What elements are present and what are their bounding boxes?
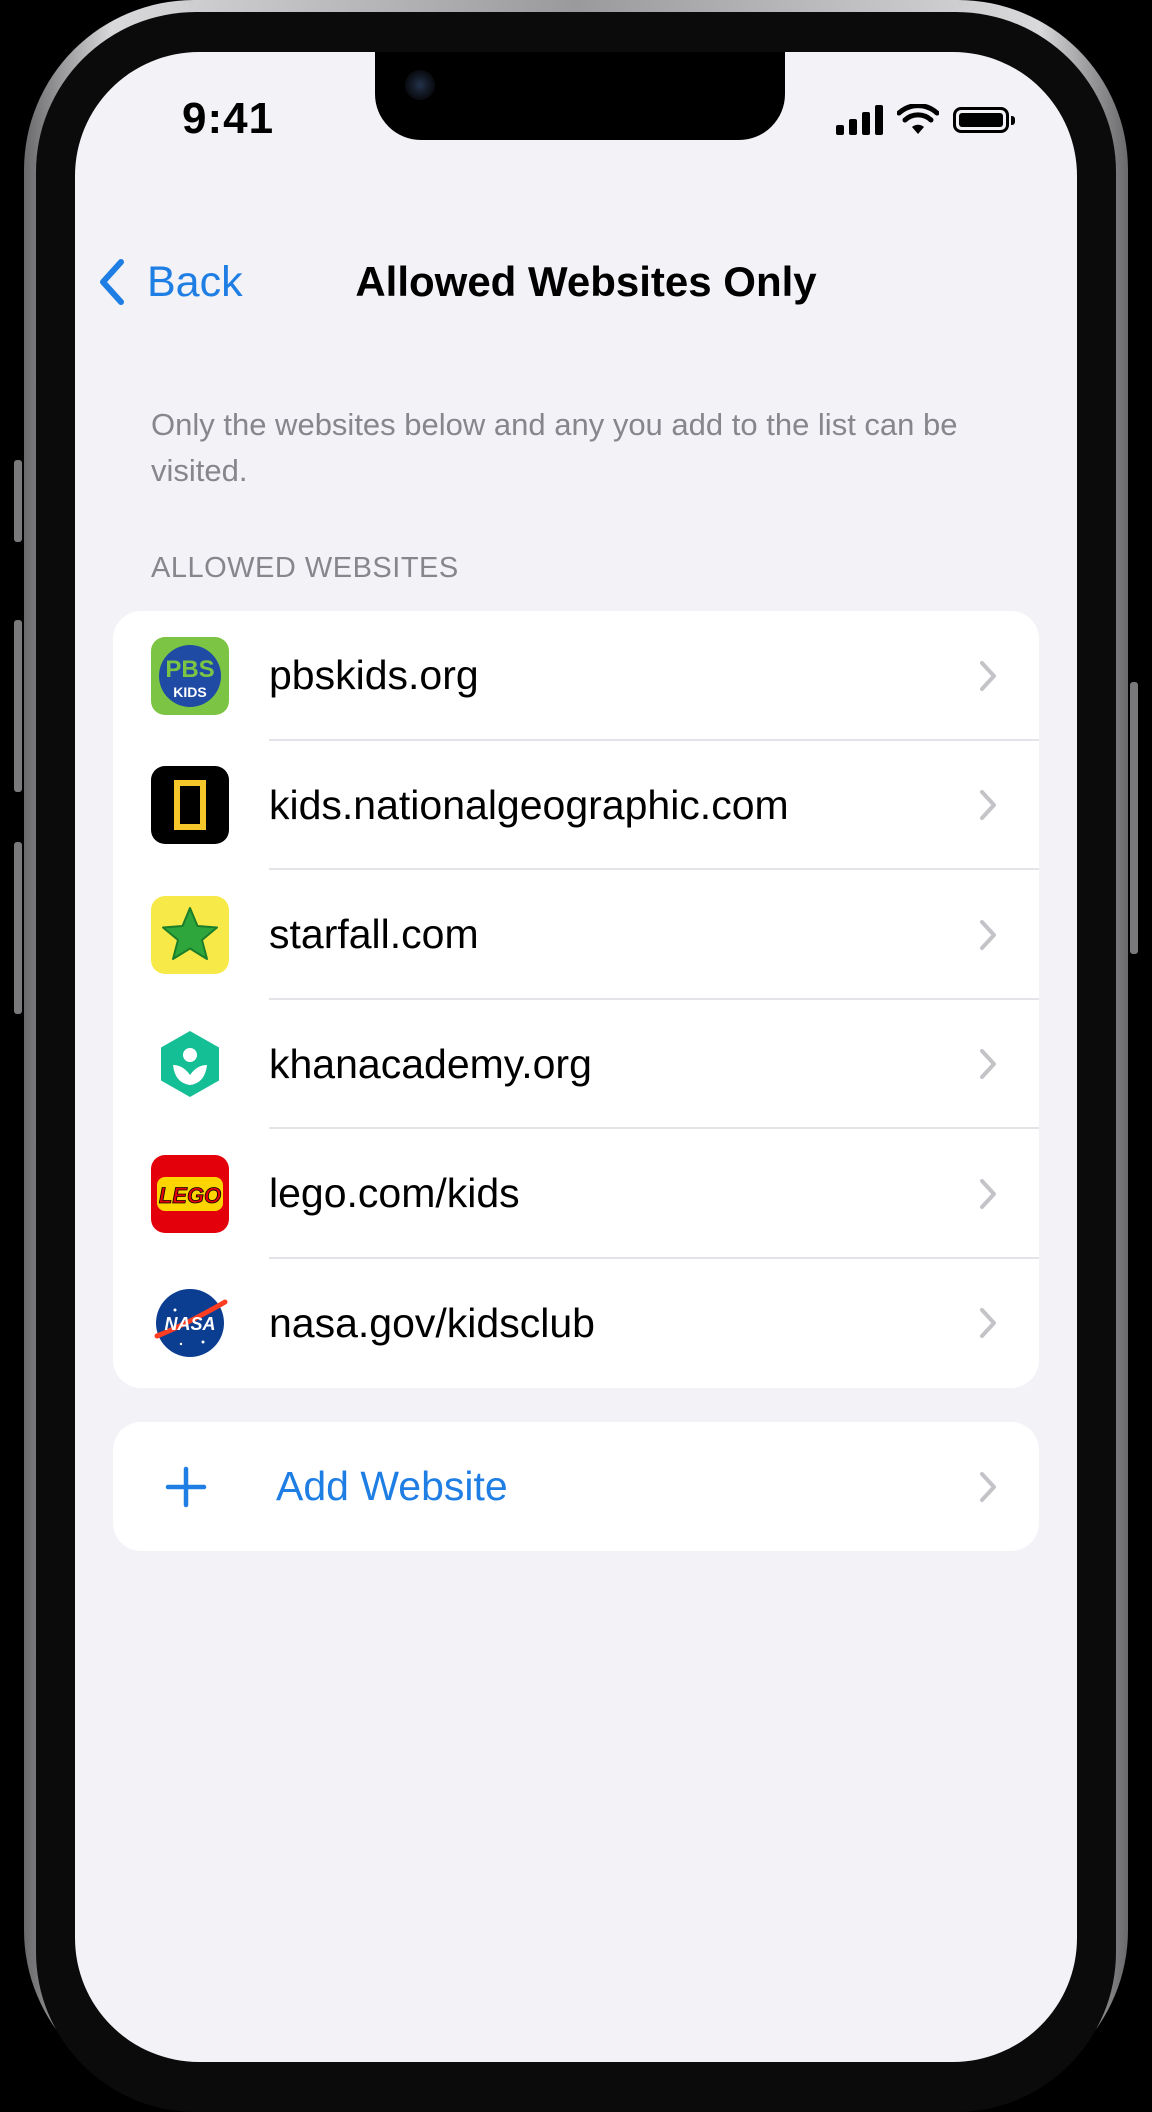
- chevron-right-icon: [980, 790, 996, 821]
- chevron-right-icon: [980, 919, 996, 950]
- screen: 9:41 Back Allowed Websites Only Only the…: [75, 52, 1077, 2062]
- side-button-left-2: [14, 620, 22, 792]
- chevron-right-icon: [980, 1178, 996, 1209]
- national-geographic-icon: [151, 766, 229, 845]
- section-header-allowed-websites: ALLOWED WEBSITES: [151, 552, 459, 584]
- nasa-icon: NASA: [151, 1284, 229, 1362]
- side-button-left-1: [14, 460, 22, 542]
- website-label: kids.nationalgeographic.com: [269, 781, 789, 828]
- side-button-right: [1130, 682, 1138, 954]
- side-button-left-3: [14, 842, 22, 1014]
- website-row-nasa[interactable]: NASA nasa.gov/kidsclub: [113, 1259, 1039, 1389]
- website-row-khanacademy[interactable]: khanacademy.org: [113, 1000, 1039, 1129]
- chevron-right-icon: [980, 1049, 996, 1080]
- add-website-group: Add Website: [113, 1422, 1039, 1551]
- add-website-button[interactable]: Add Website: [113, 1422, 1039, 1551]
- chevron-right-icon: [980, 1471, 996, 1502]
- plus-icon: [165, 1466, 207, 1507]
- description-text: Only the websites below and any you add …: [151, 407, 958, 488]
- svg-text:KIDS: KIDS: [173, 684, 206, 700]
- website-label: nasa.gov/kidsclub: [269, 1299, 595, 1346]
- front-camera: [405, 70, 435, 100]
- website-label: lego.com/kids: [269, 1170, 520, 1217]
- allowed-websites-list: PBS KIDS pbskids.org kids.nationalgeogra…: [113, 611, 1039, 1388]
- pbs-kids-icon: PBS KIDS: [151, 636, 229, 715]
- add-website-label: Add Website: [276, 1463, 508, 1509]
- cellular-signal-icon: [836, 105, 883, 135]
- starfall-star-icon: [151, 895, 229, 974]
- website-label: starfall.com: [269, 911, 479, 958]
- battery-icon: [953, 107, 1015, 133]
- svg-text:NASA: NASA: [164, 1314, 215, 1334]
- chevron-right-icon: [980, 660, 996, 691]
- chevron-right-icon: [980, 1308, 996, 1339]
- svg-text:PBS: PBS: [165, 656, 214, 683]
- website-label: khanacademy.org: [269, 1040, 592, 1087]
- page-title: Allowed Websites Only: [355, 258, 817, 305]
- status-icons: [836, 104, 1015, 136]
- website-label: pbskids.org: [269, 652, 479, 699]
- lego-icon: LEGO: [151, 1154, 229, 1233]
- notch: [375, 52, 785, 140]
- website-row-pbskids[interactable]: PBS KIDS pbskids.org: [113, 611, 1039, 741]
- website-row-lego[interactable]: LEGO lego.com/kids: [113, 1129, 1039, 1259]
- website-row-starfall[interactable]: starfall.com: [113, 870, 1039, 1000]
- navigation-bar: Back Allowed Websites Only: [75, 252, 1077, 312]
- website-row-nationalgeographic[interactable]: kids.nationalgeographic.com: [113, 741, 1039, 870]
- svg-text:LEGO: LEGO: [159, 1183, 221, 1208]
- khan-academy-icon: [151, 1025, 229, 1103]
- wifi-icon: [897, 104, 939, 134]
- status-time: 9:41: [182, 94, 275, 143]
